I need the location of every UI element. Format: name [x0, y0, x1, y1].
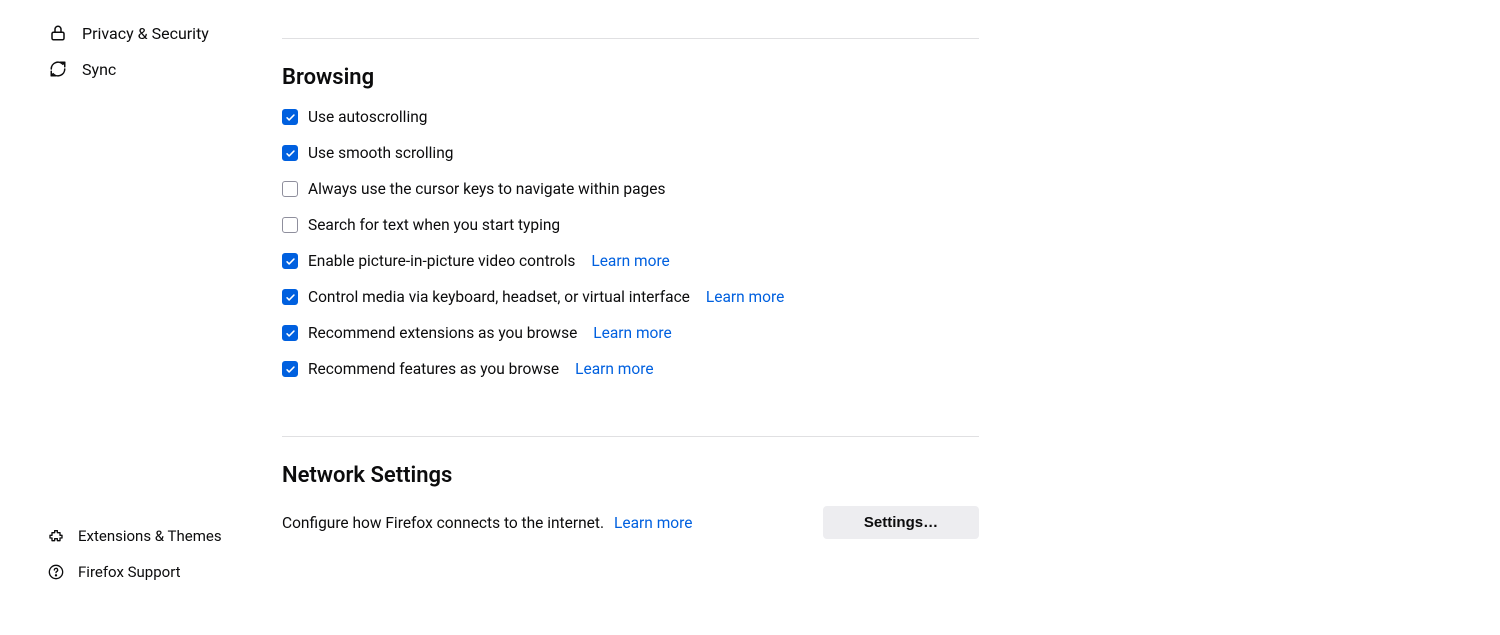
browsing-option-row: Recommend extensions as you browse Learn … [282, 324, 979, 342]
checkbox-label[interactable]: Use autoscrolling [308, 108, 427, 126]
sidebar-item-extensions[interactable]: Extensions & Themes [48, 521, 268, 551]
checkbox[interactable] [282, 325, 298, 341]
checkbox[interactable] [282, 253, 298, 269]
browsing-option-row: Enable picture-in-picture video controls… [282, 252, 979, 270]
checkbox[interactable] [282, 289, 298, 305]
lock-icon [48, 23, 68, 43]
sidebar-top: Privacy & Security Sync [48, 15, 268, 87]
checkbox-label[interactable]: Recommend extensions as you browse [308, 324, 577, 342]
sync-icon [48, 59, 68, 79]
browsing-option-row: Always use the cursor keys to navigate w… [282, 180, 979, 198]
checkbox[interactable] [282, 109, 298, 125]
sidebar-bottom: Extensions & Themes Firefox Support [48, 521, 268, 587]
sidebar-item-sync[interactable]: Sync [48, 51, 268, 87]
learn-more-link[interactable]: Learn more [591, 252, 669, 270]
sidebar-item-label: Extensions & Themes [78, 527, 222, 545]
checkbox-label[interactable]: Enable picture-in-picture video controls [308, 252, 575, 270]
sidebar-item-privacy[interactable]: Privacy & Security [48, 15, 268, 51]
network-settings-button[interactable]: Settings… [823, 506, 979, 539]
browsing-option-row: Use autoscrolling [282, 108, 979, 126]
checkbox-label[interactable]: Recommend features as you browse [308, 360, 559, 378]
browsing-title: Browsing [282, 65, 979, 90]
checkbox[interactable] [282, 361, 298, 377]
checkbox[interactable] [282, 145, 298, 161]
learn-more-link[interactable]: Learn more [593, 324, 671, 342]
browsing-option-row: Use smooth scrolling [282, 144, 979, 162]
checkbox[interactable] [282, 181, 298, 197]
browsing-option-row: Control media via keyboard, headset, or … [282, 288, 979, 306]
network-learn-more-link[interactable]: Learn more [614, 514, 692, 532]
checkbox-label[interactable]: Search for text when you start typing [308, 216, 560, 234]
puzzle-icon [48, 528, 64, 544]
learn-more-link[interactable]: Learn more [575, 360, 653, 378]
checkbox[interactable] [282, 217, 298, 233]
browsing-option-row: Search for text when you start typing [282, 216, 979, 234]
sidebar-item-support[interactable]: Firefox Support [48, 557, 268, 587]
checkbox-label[interactable]: Control media via keyboard, headset, or … [308, 288, 690, 306]
sidebar-item-label: Privacy & Security [82, 24, 209, 43]
network-row: Configure how Firefox connects to the in… [282, 506, 979, 539]
sidebar-item-label: Firefox Support [78, 563, 181, 581]
learn-more-link[interactable]: Learn more [706, 288, 784, 306]
sidebar-item-label: Sync [82, 60, 116, 79]
checkbox-label[interactable]: Use smooth scrolling [308, 144, 453, 162]
checkbox-label[interactable]: Always use the cursor keys to navigate w… [308, 180, 665, 198]
browsing-section: Browsing Use autoscrolling Use smooth scr… [282, 39, 979, 378]
browsing-option-row: Recommend features as you browse Learn mo… [282, 360, 979, 378]
network-title: Network Settings [282, 463, 979, 488]
question-icon [48, 564, 64, 580]
network-section: Network Settings Configure how Firefox c… [282, 437, 979, 539]
network-description: Configure how Firefox connects to the in… [282, 514, 604, 532]
main-content: Browsing Use autoscrolling Use smooth scr… [282, 0, 979, 539]
network-description-wrap: Configure how Firefox connects to the in… [282, 514, 692, 532]
